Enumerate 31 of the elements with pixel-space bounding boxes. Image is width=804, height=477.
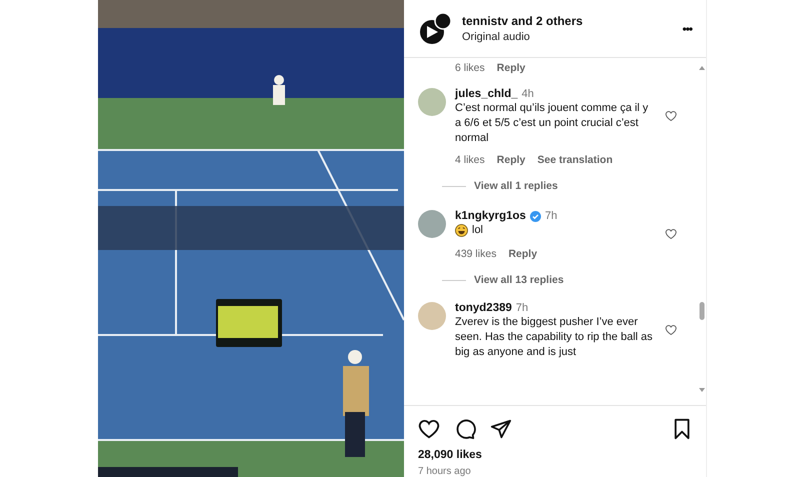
comment-text: lol (472, 223, 484, 238)
like-count: 4 likes (455, 154, 485, 166)
reply-link[interactable]: Reply (496, 62, 526, 74)
comment-text: Zverev is the biggest pusher I’ve ever seen. Has the capability to rip the ball as big as anyone and is just (455, 315, 653, 360)
bookmark-button[interactable] (672, 418, 692, 440)
heart-icon[interactable] (665, 110, 677, 122)
post-like-count: 28,090 likes (418, 449, 483, 461)
like-count: 439 likes (455, 248, 496, 260)
more-options-button[interactable]: ••• (682, 22, 692, 36)
comment-text: C’est normal qu’ils jouent comme ça il y a 6/6 et 5/5 c’est un point crucial c’est normal (455, 101, 650, 146)
comment-time: 7h (516, 302, 528, 314)
comment-time: 4h (522, 88, 534, 100)
heart-icon[interactable] (665, 228, 677, 240)
post-time: 7 hours ago (418, 466, 472, 477)
view-replies-link[interactable]: View all 13 replies (442, 274, 697, 286)
post-author[interactable]: tennistv and 2 others (462, 14, 672, 28)
reply-link[interactable]: Reply (508, 248, 538, 260)
see-translation-link[interactable]: See translation (537, 154, 613, 166)
like-count: 6 likes (455, 62, 485, 74)
view-replies-link[interactable]: View all 1 replies (442, 180, 697, 192)
comment-username[interactable]: k1ngkyrg1os (455, 210, 526, 222)
audio-label[interactable]: Original audio (462, 31, 672, 43)
comment-username[interactable]: tonyd2389 (455, 302, 512, 314)
comment-time: 7h (544, 210, 558, 222)
profile-logo-icon[interactable] (418, 12, 452, 46)
comment-username[interactable]: jules_chld_ (455, 88, 518, 100)
like-button[interactable] (418, 418, 440, 440)
share-button[interactable] (490, 418, 512, 440)
comment-button[interactable] (454, 418, 476, 440)
heart-icon[interactable] (665, 324, 677, 336)
reply-link[interactable]: Reply (496, 154, 526, 166)
